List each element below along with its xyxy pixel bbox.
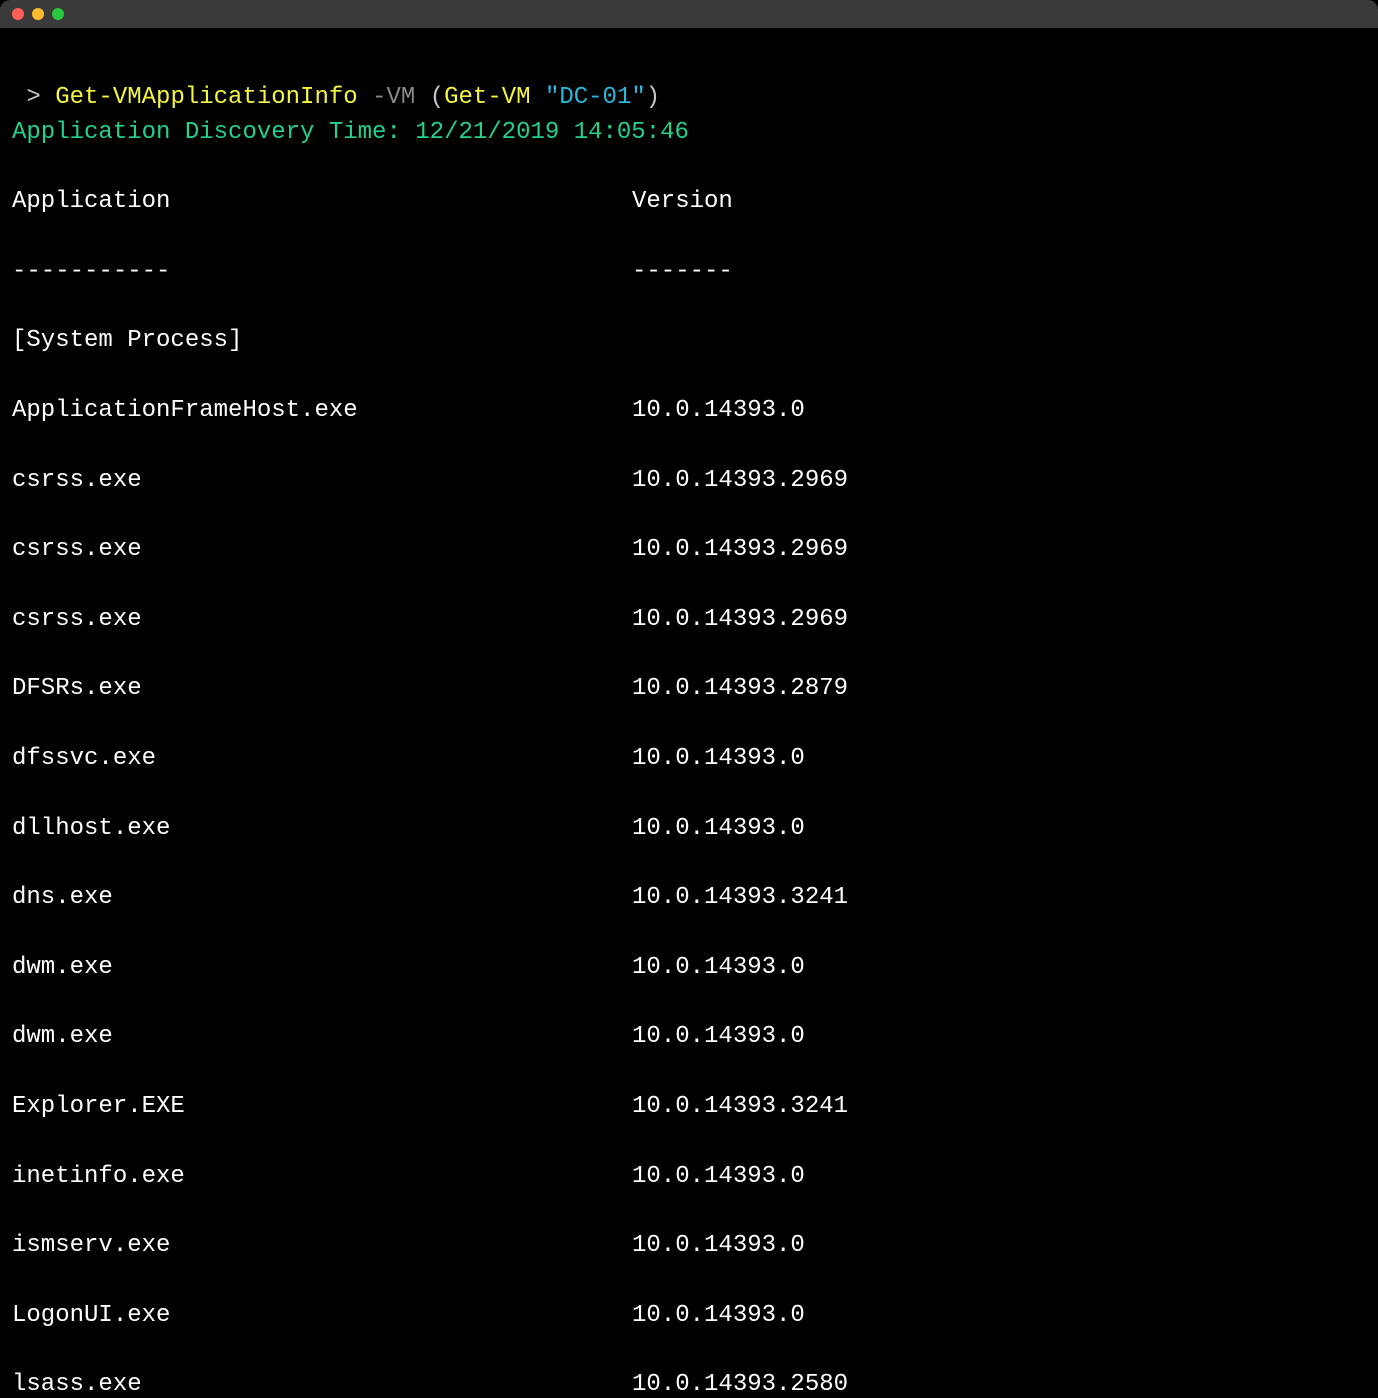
cell-application: csrss.exe <box>12 533 632 568</box>
terminal-window: > Get-VMApplicationInfo -VM (Get-VM "DC-… <box>0 0 1378 1398</box>
cell-application: dfssvc.exe <box>12 742 632 777</box>
cell-application: Explorer.EXE <box>12 1090 632 1125</box>
cell-version: 10.0.14393.2969 <box>632 603 848 638</box>
table-header-underline: ------------------ <box>12 255 1366 290</box>
window-titlebar <box>0 0 1378 28</box>
cell-application: ismserv.exe <box>12 1229 632 1264</box>
cell-version: 10.0.14393.0 <box>632 1020 805 1055</box>
terminal-output[interactable]: > Get-VMApplicationInfo -VM (Get-VM "DC-… <box>0 28 1378 1398</box>
cell-version: 10.0.14393.0 <box>632 951 805 986</box>
cell-version: 10.0.14393.2969 <box>632 464 848 499</box>
table-row: dwm.exe10.0.14393.0 <box>12 951 1366 986</box>
table-row: ismserv.exe10.0.14393.0 <box>12 1229 1366 1264</box>
cell-application: DFSRs.exe <box>12 672 632 707</box>
table-row: dns.exe10.0.14393.3241 <box>12 881 1366 916</box>
cell-version: 10.0.14393.0 <box>632 1299 805 1334</box>
cell-application: lsass.exe <box>12 1368 632 1398</box>
cell-version: 10.0.14393.2969 <box>632 533 848 568</box>
cell-version: 10.0.14393.3241 <box>632 881 848 916</box>
header-application: Application <box>12 185 632 220</box>
underline-application: ----------- <box>12 255 632 290</box>
close-paren: ) <box>646 84 660 111</box>
table-row: DFSRs.exe10.0.14393.2879 <box>12 672 1366 707</box>
table-row: csrss.exe10.0.14393.2969 <box>12 603 1366 638</box>
vm-name-string: "DC-01" <box>545 84 646 111</box>
cell-version: 10.0.14393.0 <box>632 742 805 777</box>
parameter-vm: -VM <box>372 84 415 111</box>
table-row: dfssvc.exe10.0.14393.0 <box>12 742 1366 777</box>
table-row: inetinfo.exe10.0.14393.0 <box>12 1160 1366 1195</box>
cell-version: 10.0.14393.0 <box>632 1229 805 1264</box>
table-row: Explorer.EXE10.0.14393.3241 <box>12 1090 1366 1125</box>
minimize-icon[interactable] <box>32 8 44 20</box>
discovery-time-line: Application Discovery Time: 12/21/2019 1… <box>12 119 689 146</box>
open-paren: ( <box>430 84 444 111</box>
table-row: dllhost.exe10.0.14393.0 <box>12 812 1366 847</box>
cell-application: LogonUI.exe <box>12 1299 632 1334</box>
cell-version: 10.0.14393.0 <box>632 1160 805 1195</box>
table-header-row: ApplicationVersion <box>12 185 1366 220</box>
cell-version: 10.0.14393.2879 <box>632 672 848 707</box>
header-version: Version <box>632 185 733 220</box>
cell-application: dllhost.exe <box>12 812 632 847</box>
table-body: [System Process] ApplicationFrameHost.ex… <box>12 324 1366 1398</box>
cell-application: [System Process] <box>12 324 632 359</box>
table-row: ApplicationFrameHost.exe10.0.14393.0 <box>12 394 1366 429</box>
table-row: [System Process] <box>12 324 1366 359</box>
close-icon[interactable] <box>12 8 24 20</box>
cell-application: ApplicationFrameHost.exe <box>12 394 632 429</box>
cell-application: inetinfo.exe <box>12 1160 632 1195</box>
table-row: dwm.exe10.0.14393.0 <box>12 1020 1366 1055</box>
cell-application: csrss.exe <box>12 464 632 499</box>
cell-version: 10.0.14393.3241 <box>632 1090 848 1125</box>
table-row: csrss.exe10.0.14393.2969 <box>12 464 1366 499</box>
cell-application: dns.exe <box>12 881 632 916</box>
maximize-icon[interactable] <box>52 8 64 20</box>
prompt-line: > Get-VMApplicationInfo -VM (Get-VM "DC-… <box>12 84 660 111</box>
cmdlet-name: Get-VMApplicationInfo <box>55 84 357 111</box>
cell-version: 10.0.14393.0 <box>632 812 805 847</box>
table-row: lsass.exe10.0.14393.2580 <box>12 1368 1366 1398</box>
cell-version: 10.0.14393.0 <box>632 394 805 429</box>
table-row: csrss.exe10.0.14393.2969 <box>12 533 1366 568</box>
cell-application: dwm.exe <box>12 951 632 986</box>
cell-application: dwm.exe <box>12 1020 632 1055</box>
underline-version: ------- <box>632 255 733 290</box>
table-row: LogonUI.exe10.0.14393.0 <box>12 1299 1366 1334</box>
cell-application: csrss.exe <box>12 603 632 638</box>
cell-version: 10.0.14393.2580 <box>632 1368 848 1398</box>
prompt-symbol: > <box>26 84 40 111</box>
inner-cmdlet: Get-VM <box>444 84 530 111</box>
